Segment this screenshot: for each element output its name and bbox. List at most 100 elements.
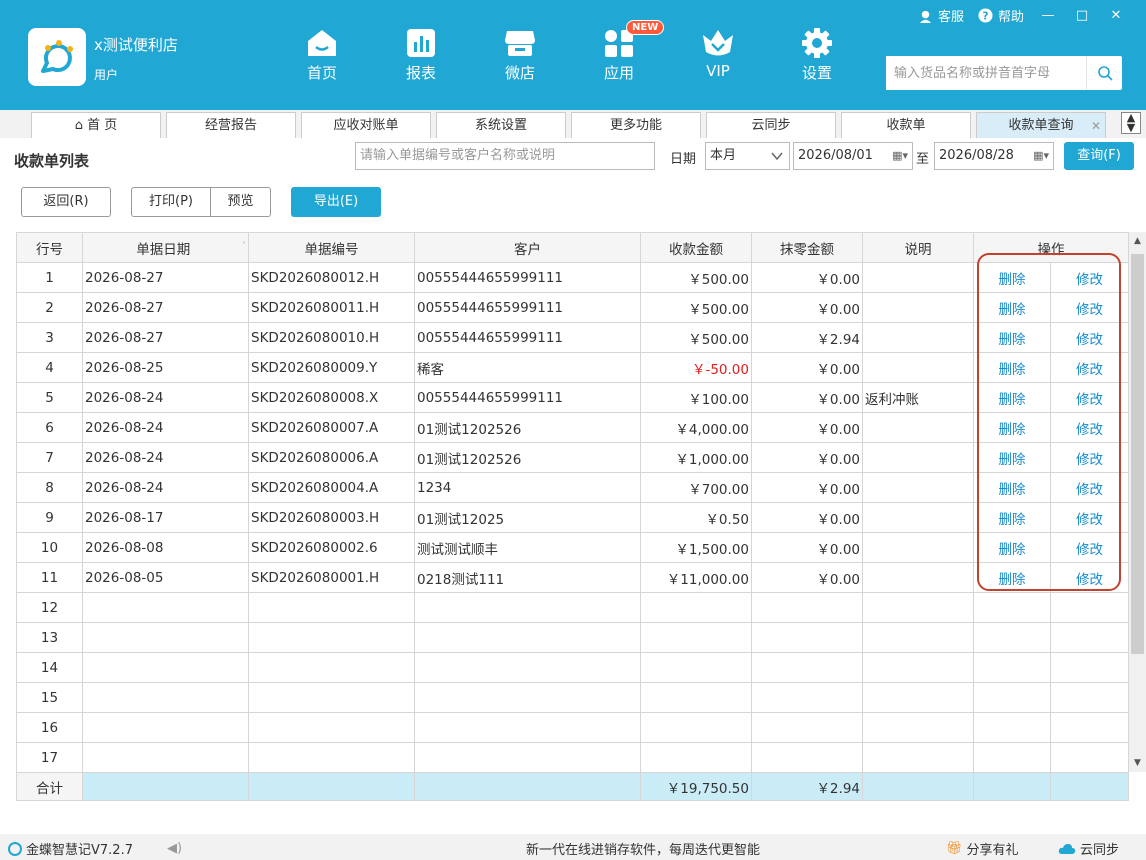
close-icon[interactable]: ✕ [1106,8,1126,23]
delete-link[interactable]: 删除 [973,322,1051,353]
cell-customer: 01测试1202526 [414,442,641,473]
edit-link[interactable]: 修改 [1050,442,1129,473]
table-row[interactable]: 11 2026-08-05 SKD2026080001.H 0218测试111 ￥11,… [16,562,1129,593]
table-row[interactable]: 9 2026-08-17 SKD2026080003.H 01测试12025 ￥0.50… [16,502,1129,533]
chevron-down-icon[interactable] [764,142,790,170]
table-row[interactable]: 2 2026-08-27 SKD2026080011.H 00555444655999… [16,292,1129,323]
delete-link[interactable]: 删除 [973,292,1051,323]
edit-link[interactable]: 修改 [1050,472,1129,503]
tab-receivable-statement[interactable]: 应收对账单 [301,112,431,138]
cell-empty [1050,772,1129,801]
table-row[interactable]: 1 2026-08-27 SKD2026080012.H 00555444655999… [16,262,1129,293]
tab-cloud-sync[interactable]: 云同步 [706,112,836,138]
cell-date: 2026-08-25 [82,352,249,383]
cell-note [862,502,974,533]
table-row[interactable]: 4 2026-08-25 SKD2026080009.Y 稀客 ￥-50.00 ￥0.00… [16,352,1129,383]
export-button[interactable]: 导出(E) [291,187,381,217]
tab-more-functions[interactable]: 更多功能 [571,112,701,138]
nav-apps[interactable]: 应用 NEW [584,20,665,83]
period-select[interactable]: 本月 [705,142,765,170]
tab-label: 收款单 [886,118,926,133]
edit-link[interactable]: 修改 [1050,412,1129,443]
vertical-scrollbar[interactable]: ▲ ▼ [1129,232,1146,772]
speaker-icon[interactable]: ◀) [167,841,182,856]
delete-link[interactable]: 删除 [973,382,1051,413]
minimize-icon[interactable]: — [1038,8,1058,23]
col-code[interactable]: 单据编号 [248,232,415,263]
col-operations: 操作 [973,232,1129,263]
col-date[interactable]: 单据日期 ˊ [82,232,249,263]
edit-link[interactable]: 修改 [1050,352,1129,383]
product-search-input[interactable] [886,56,1086,90]
delete-link[interactable]: 删除 [973,562,1051,593]
delete-link[interactable]: 删除 [973,412,1051,443]
tab-scroll-icon[interactable]: ▲ ▼ [1121,112,1141,134]
cell-amount: ￥700.00 [640,472,752,503]
date-from-input[interactable]: 2026/08/01 ▦▾ [793,142,913,170]
search-icon[interactable] [1086,56,1122,90]
date-to-input[interactable]: 2026/08/28 ▦▾ [934,142,1054,170]
print-button[interactable]: 打印(P) [131,187,211,217]
svg-text:?: ? [982,10,988,22]
delete-link[interactable]: 删除 [973,472,1051,503]
nav-home[interactable]: 首页 [287,26,357,83]
edit-link[interactable]: 修改 [1050,562,1129,593]
query-button[interactable]: 查询(F) [1064,142,1134,170]
col-row-no[interactable]: 行号 [16,232,83,263]
table-row[interactable]: 7 2026-08-24 SKD2026080006.A 01测试1202526 ￥1,… [16,442,1129,473]
table-row[interactable]: 3 2026-08-27 SKD2026080010.H 00555444655999… [16,322,1129,353]
table-row[interactable]: 10 2026-08-08 SKD2026080002.6 测试测试顺丰 ￥1,500.… [16,532,1129,563]
edit-link[interactable]: 修改 [1050,382,1129,413]
edit-link[interactable]: 修改 [1050,532,1129,563]
table-row[interactable]: 6 2026-08-24 SKD2026080007.A 01测试1202526 ￥4,… [16,412,1129,443]
col-customer[interactable]: 客户 [414,232,641,263]
tab-receipt-query[interactable]: 收款单查询 ✕ [976,112,1106,138]
tab-close-icon[interactable]: ✕ [1091,113,1101,139]
calendar-icon[interactable]: ▦▾ [892,143,908,169]
cell-empty [973,622,1051,653]
nav-vip[interactable]: VIP [683,26,753,80]
delete-link[interactable]: 删除 [973,442,1051,473]
back-button[interactable]: 返回(R) [21,187,111,217]
table-row[interactable]: 8 2026-08-24 SKD2026080004.A 1234 ￥700.00 ￥0.… [16,472,1129,503]
cell-date: 2026-08-24 [82,382,249,413]
cell-round-off: ￥0.00 [751,352,863,383]
col-round-off[interactable]: 抹零金额 [751,232,863,263]
cell-customer: 00555444655999111 [414,292,641,323]
delete-link[interactable]: 删除 [973,502,1051,533]
edit-link[interactable]: 修改 [1050,262,1129,293]
calendar-icon[interactable]: ▦▾ [1033,143,1049,169]
scroll-down-icon[interactable]: ▼ [1129,758,1146,768]
nav-settings[interactable]: 设置 [782,26,852,83]
tab-system-settings[interactable]: 系统设置 [436,112,566,138]
col-note[interactable]: 说明 [862,232,974,263]
edit-link[interactable]: 修改 [1050,502,1129,533]
cell-amount: ￥500.00 [640,292,752,323]
keyword-search-input[interactable]: 请输入单据编号或客户名称或说明 [355,142,655,170]
share-link[interactable]: 🎁︎ 分享有礼 [946,839,1019,858]
cloud-sync-link[interactable]: 云同步 [1058,839,1119,858]
store-name[interactable]: x测试便利店 [94,34,178,55]
nav-reports[interactable]: 报表 [386,26,456,83]
cell-empty [414,622,641,653]
cell-note [862,412,974,443]
edit-link[interactable]: 修改 [1050,292,1129,323]
delete-link[interactable]: 删除 [973,532,1051,563]
cell-empty [751,682,863,713]
customer-service-link[interactable]: 客服 [918,6,964,25]
delete-link[interactable]: 删除 [973,352,1051,383]
scroll-thumb[interactable] [1131,254,1144,654]
maximize-icon[interactable]: □ [1072,8,1092,23]
delete-link[interactable]: 删除 [973,262,1051,293]
cell-empty [862,652,974,683]
help-link[interactable]: ? 帮助 [978,6,1024,25]
col-amount[interactable]: 收款金额 [640,232,752,263]
tab-business-report[interactable]: 经营报告 [166,112,296,138]
preview-button[interactable]: 预览 [210,187,271,217]
nav-micro-shop[interactable]: 微店 [485,26,555,83]
table-row[interactable]: 5 2026-08-24 SKD2026080008.X 00555444655999… [16,382,1129,413]
tab-receipt[interactable]: 收款单 [841,112,971,138]
edit-link[interactable]: 修改 [1050,322,1129,353]
scroll-up-icon[interactable]: ▲ [1129,236,1146,246]
tab-home[interactable]: ⌂ 首 页 [31,112,161,138]
